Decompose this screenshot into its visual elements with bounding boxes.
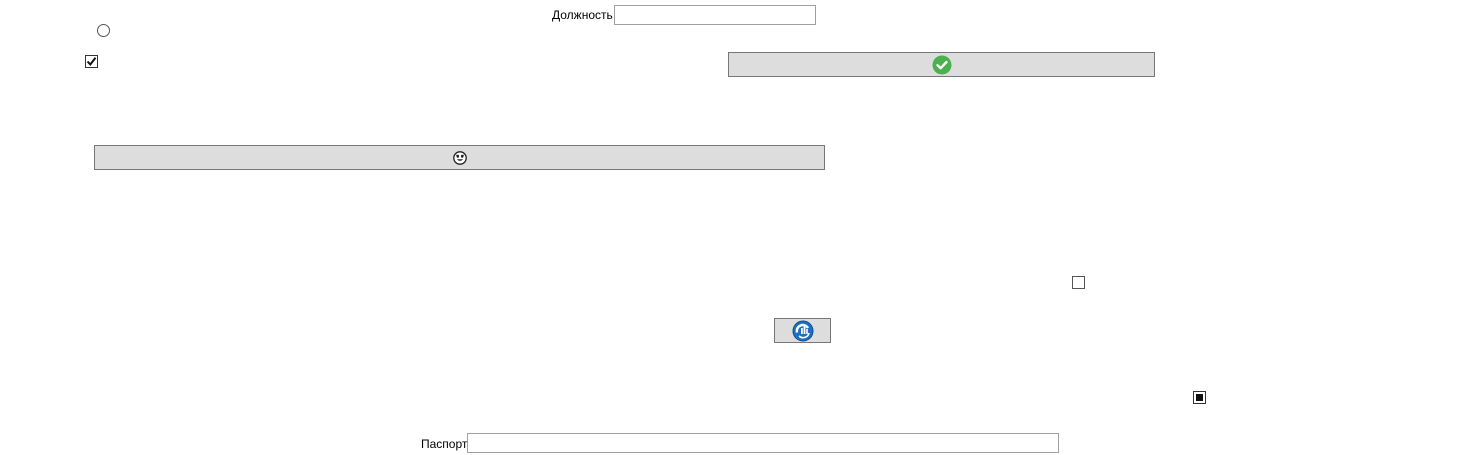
checkmark-icon	[86, 57, 97, 67]
confirm-button[interactable]	[728, 52, 1155, 77]
indeterminate-mark	[1196, 394, 1203, 401]
checkbox-checked[interactable]	[85, 55, 98, 68]
radio-button[interactable]	[97, 24, 110, 37]
passport-label: Паспорт	[421, 437, 468, 451]
face-button[interactable]	[94, 145, 825, 170]
smiley-face-icon	[452, 150, 467, 165]
refresh-button[interactable]	[774, 318, 831, 343]
green-check-circle-icon	[932, 55, 951, 74]
passport-input[interactable]	[467, 433, 1059, 453]
checkbox-unchecked[interactable]	[1072, 276, 1085, 289]
position-label: Должность	[552, 8, 613, 22]
position-input[interactable]	[614, 5, 816, 25]
blue-refresh-icon	[792, 320, 813, 341]
checkbox-indeterminate[interactable]	[1193, 391, 1206, 404]
